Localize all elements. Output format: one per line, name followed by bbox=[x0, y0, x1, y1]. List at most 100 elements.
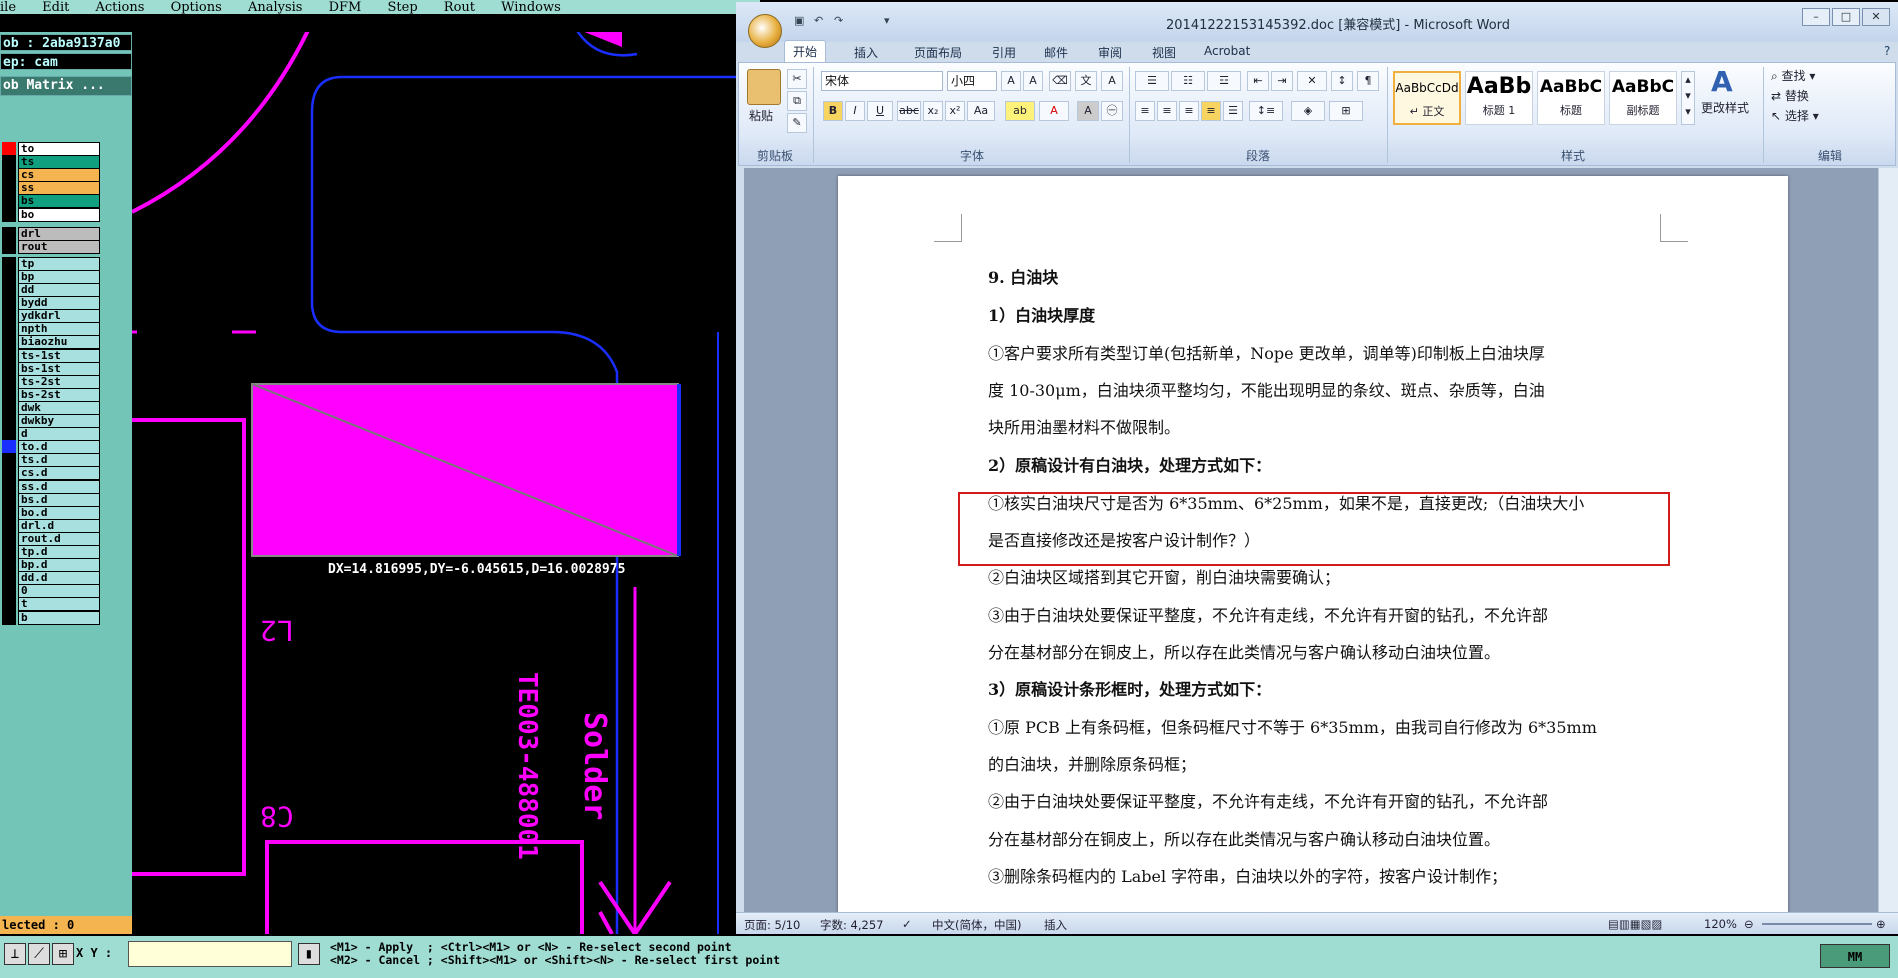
tab-mailings[interactable]: 邮件 bbox=[1036, 42, 1076, 63]
multilevel-list-icon[interactable]: ☲ bbox=[1207, 71, 1241, 91]
highlight-icon[interactable]: ab bbox=[1005, 101, 1035, 121]
layer-row-t[interactable]: t bbox=[18, 597, 100, 612]
menu-options[interactable]: Options bbox=[171, 1, 222, 14]
style-subtitle[interactable]: AaBbC 副标题 bbox=[1609, 71, 1677, 125]
layer-row-ss[interactable]: ss bbox=[18, 181, 100, 196]
layer-row-bo[interactable]: bo bbox=[18, 207, 100, 222]
layer-color-swatch[interactable] bbox=[2, 571, 16, 586]
word-count[interactable]: 字数: 4,257 bbox=[820, 917, 883, 933]
layer-row-ts-1st[interactable]: ts-1st bbox=[18, 348, 100, 363]
paste-icon[interactable] bbox=[747, 69, 781, 105]
layer-color-swatch[interactable] bbox=[2, 453, 16, 468]
layer-color-swatch[interactable] bbox=[2, 374, 16, 389]
change-styles-icon[interactable]: A bbox=[1711, 65, 1733, 98]
layer-color-swatch[interactable] bbox=[2, 348, 16, 363]
layer-row-bp[interactable]: bp bbox=[18, 269, 100, 284]
layer-row-ss.d[interactable]: ss.d bbox=[18, 479, 100, 494]
layer-color-swatch[interactable] bbox=[2, 361, 16, 376]
layer-row-bydd[interactable]: bydd bbox=[18, 296, 100, 311]
tab-view[interactable]: 视图 bbox=[1144, 42, 1184, 63]
layer-color-swatch[interactable] bbox=[2, 440, 16, 455]
layer-row-d[interactable]: d bbox=[18, 427, 100, 442]
grid-icon[interactable]: ⊞ bbox=[52, 943, 74, 965]
phonetic-icon[interactable]: 文 bbox=[1075, 71, 1097, 91]
layer-row-bp.d[interactable]: bp.d bbox=[18, 558, 100, 573]
layer-row-bs.d[interactable]: bs.d bbox=[18, 492, 100, 507]
layer-color-swatch[interactable] bbox=[2, 414, 16, 428]
style-title[interactable]: AaBbC 标题 bbox=[1537, 71, 1605, 125]
style-normal[interactable]: AaBbCcDd ↵ 正文 bbox=[1393, 71, 1461, 125]
change-case-icon[interactable]: Aa bbox=[967, 101, 995, 121]
layer-row-tp.d[interactable]: tp.d bbox=[18, 545, 100, 559]
menu-step[interactable]: Step bbox=[388, 1, 418, 14]
enclose-char-icon[interactable]: ㊀ bbox=[1101, 101, 1123, 121]
layer-row-drl.d[interactable]: drl.d bbox=[18, 518, 100, 533]
matrix-button[interactable]: ob Matrix ... bbox=[0, 76, 132, 96]
layer-color-swatch[interactable] bbox=[2, 239, 16, 254]
save-icon[interactable]: ▣ bbox=[794, 14, 808, 28]
zoom-out-icon[interactable]: ⊖ bbox=[1744, 917, 1754, 931]
layer-row-biaozhu[interactable]: biaozhu bbox=[18, 335, 100, 350]
layer-color-swatch[interactable] bbox=[2, 479, 16, 494]
maximize-button[interactable]: □ bbox=[1832, 8, 1860, 26]
layer-row-b[interactable]: b bbox=[18, 610, 100, 625]
layer-row-bs[interactable]: bs bbox=[18, 194, 100, 209]
char-border-icon[interactable]: A bbox=[1101, 71, 1123, 91]
align-left-icon[interactable]: ≡ bbox=[1135, 101, 1155, 121]
layer-row-dd[interactable]: dd bbox=[18, 283, 100, 297]
numbering-icon[interactable]: ☷ bbox=[1171, 71, 1205, 91]
shrink-font-icon[interactable]: A bbox=[1023, 71, 1043, 91]
align-center-icon[interactable]: ≡ bbox=[1157, 101, 1177, 121]
show-marks-icon[interactable]: ¶ bbox=[1357, 71, 1379, 91]
layer-color-swatch[interactable] bbox=[2, 181, 16, 196]
distributed-icon[interactable]: ☰ bbox=[1223, 101, 1243, 121]
menu-edit[interactable]: Edit bbox=[42, 1, 69, 14]
subscript-icon[interactable]: x₂ bbox=[923, 101, 943, 121]
undo-icon[interactable]: ↶ bbox=[814, 14, 828, 28]
layer-color-swatch[interactable] bbox=[2, 207, 16, 222]
layer-row-rout.d[interactable]: rout.d bbox=[18, 531, 100, 546]
char-shading-icon[interactable]: A bbox=[1077, 101, 1099, 121]
customize-toolbar-icon[interactable]: ▾ bbox=[884, 14, 898, 28]
decrease-indent-icon[interactable]: ⇤ bbox=[1247, 71, 1269, 91]
layer-row-dd.d[interactable]: dd.d bbox=[18, 571, 100, 586]
document-scrollbar[interactable] bbox=[1878, 168, 1898, 912]
replace-button[interactable]: ⇄ 替换 bbox=[1771, 87, 1809, 104]
select-button[interactable]: ↖ 选择 ▾ bbox=[1771, 107, 1819, 124]
layer-row-ts.d[interactable]: ts.d bbox=[18, 453, 100, 468]
menu-rout[interactable]: Rout bbox=[444, 1, 475, 14]
tab-page-layout[interactable]: 页面布局 bbox=[906, 42, 970, 63]
layer-row-ts-2st[interactable]: ts-2st bbox=[18, 374, 100, 389]
layer-color-swatch[interactable] bbox=[2, 296, 16, 311]
layer-row-to.d[interactable]: to.d bbox=[18, 440, 100, 455]
snap-icon[interactable]: ⊥ bbox=[4, 943, 26, 965]
chinese-layout-icon[interactable]: ✕ bbox=[1297, 71, 1327, 91]
layer-color-swatch[interactable] bbox=[2, 309, 16, 324]
increase-indent-icon[interactable]: ⇥ bbox=[1271, 71, 1293, 91]
layer-color-swatch[interactable] bbox=[2, 492, 16, 507]
layer-color-swatch[interactable] bbox=[2, 142, 16, 156]
units-button[interactable]: MM bbox=[1820, 944, 1890, 968]
sort-icon[interactable]: ↕ bbox=[1331, 71, 1353, 91]
minimize-button[interactable]: – bbox=[1802, 8, 1830, 26]
layer-color-swatch[interactable] bbox=[2, 168, 16, 183]
measure-icon[interactable]: ⟋ bbox=[28, 943, 50, 965]
menu-dfm[interactable]: DFM bbox=[329, 1, 362, 14]
layer-row-cs.d[interactable]: cs.d bbox=[18, 466, 100, 481]
layer-row-dwk[interactable]: dwk bbox=[18, 400, 100, 415]
menu-file[interactable]: ile bbox=[0, 1, 16, 14]
layer-color-swatch[interactable] bbox=[2, 335, 16, 350]
layer-color-swatch[interactable] bbox=[2, 505, 16, 520]
graphic-canvas[interactable]: DX=14.816995,DY=-6.045615,D=16.0028975 L… bbox=[132, 32, 736, 934]
layer-row-dwkby[interactable]: dwkby bbox=[18, 414, 100, 428]
clear-format-icon[interactable]: ⌫ bbox=[1049, 71, 1071, 91]
layer-color-swatch[interactable] bbox=[2, 531, 16, 546]
layer-row-ydkdrl[interactable]: ydkdrl bbox=[18, 309, 100, 324]
underline-icon[interactable]: U bbox=[867, 101, 893, 121]
find-button[interactable]: ⌕ 查找 ▾ bbox=[1771, 67, 1815, 84]
layer-row-cs[interactable]: cs bbox=[18, 168, 100, 183]
layer-color-swatch[interactable] bbox=[2, 427, 16, 442]
layer-color-swatch[interactable] bbox=[2, 387, 16, 402]
styles-scroll-icon[interactable]: ▴ ▾ ▾ bbox=[1681, 71, 1695, 125]
paste-button[interactable]: 粘贴 bbox=[749, 107, 773, 124]
